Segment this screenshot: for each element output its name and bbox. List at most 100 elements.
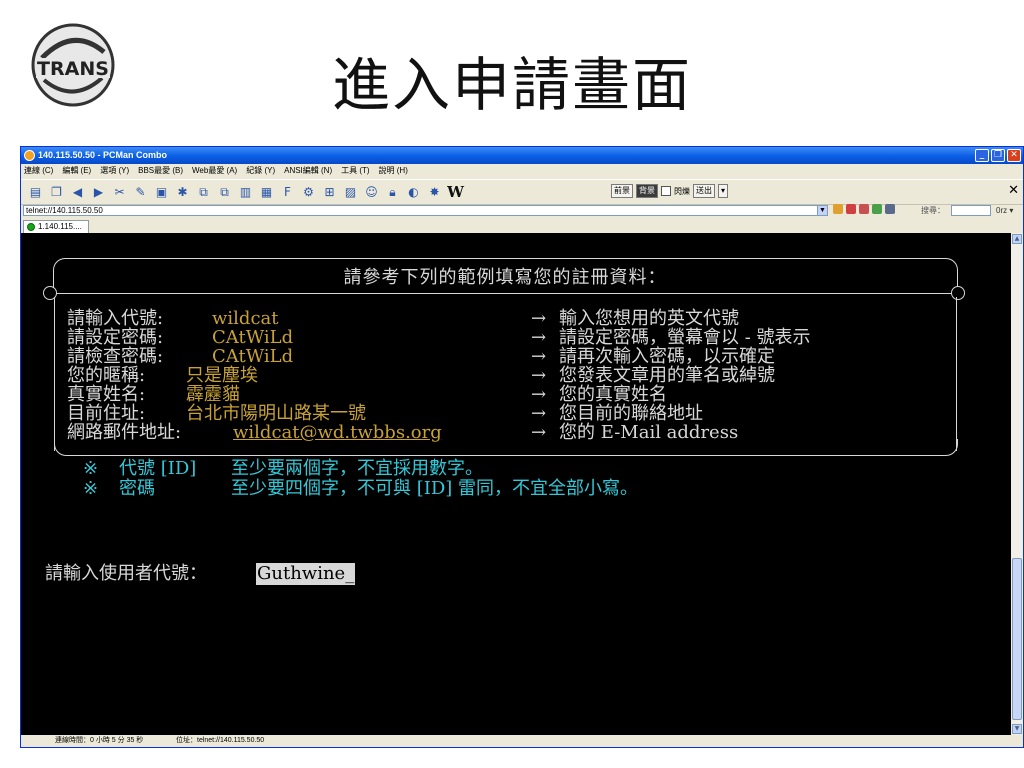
menu-connection[interactable]: 連線 (C) — [24, 164, 53, 178]
status-location: 位址：telnet://140.115.50.50 — [176, 737, 265, 744]
note-mark: ※ — [83, 478, 99, 499]
copy-ansi-icon[interactable]: ⧉ — [216, 184, 233, 201]
field-label: 網路郵件地址: — [67, 422, 182, 443]
field-description: 您發表文章用的筆名或綽號 — [559, 365, 775, 386]
pin-icon[interactable]: ✱ — [174, 184, 191, 201]
antiidle-icon[interactable]: ▣ — [153, 184, 170, 201]
menu-bbs-favorites[interactable]: BBS最愛 (B) — [138, 164, 183, 178]
menu-log[interactable]: 紀錄 (Y) — [246, 164, 275, 178]
title-bar[interactable]: 140.115.50.50 - PCMan Combo _ ❐ ✕ — [21, 147, 1023, 164]
blink-checkbox[interactable] — [661, 186, 671, 196]
field-label: 請輸入代號: — [67, 308, 164, 329]
pcman-window: 140.115.50.50 - PCMan Combo _ ❐ ✕ 連線 (C)… — [20, 146, 1024, 748]
vertical-scrollbar[interactable]: ▲ ▼ — [1011, 233, 1023, 735]
field-label: 真實姓名: — [67, 384, 146, 405]
connection-time: 連線時間：0 小時 5 分 35 秒 — [55, 737, 144, 744]
field-example-value: wildcat@wd.twbbs.org — [233, 422, 442, 443]
field-label: 請檢查密碼: — [67, 346, 164, 367]
arrow-icon: → — [531, 403, 547, 424]
field-example-value: 霹靂貓 — [186, 384, 240, 405]
menu-ansi-edit[interactable]: ANSI編輯 (N) — [284, 164, 332, 178]
slide-title: 進入申請畫面 — [331, 51, 692, 119]
field-example-value: 只是塵埃 — [186, 365, 258, 386]
frame-line — [67, 455, 943, 456]
field-label: 您的暱稱: — [67, 365, 146, 386]
minimize-button[interactable]: _ — [975, 149, 989, 162]
field-example-value: CAtWiLd — [212, 327, 294, 348]
address-bar: telnet://140.115.50.50 ▼ 搜尋： 0rz ▾ — [21, 204, 1023, 218]
menu-web-favorites[interactable]: Web最愛 (A) — [192, 164, 237, 178]
blink-label: 閃爍 — [674, 186, 690, 196]
registration-heading: 請參考下列的範例填寫您的註冊資料： — [343, 267, 667, 288]
scroll-down-icon[interactable]: ▼ — [1012, 724, 1022, 734]
arrow-icon: → — [531, 308, 547, 329]
frame-divider — [49, 293, 961, 294]
connection-tab[interactable]: 1.140.115.... — [23, 220, 89, 233]
layout-icon[interactable]: ⊞ — [321, 184, 338, 201]
settings-gear-icon[interactable]: ⚙ — [300, 184, 317, 201]
terminal-screen[interactable]: 請參考下列的範例填寫您的註冊資料： 請輸入代號: wildcat → 輸入您想用… — [21, 233, 1011, 735]
search-engine-select[interactable]: 0rz ▾ — [996, 204, 1013, 218]
bookmark-icon[interactable] — [885, 204, 895, 214]
copy-icon[interactable]: ⧉ — [195, 184, 212, 201]
scroll-thumb[interactable] — [1012, 558, 1022, 720]
screenshot-icon[interactable]: ▦ — [258, 184, 275, 201]
field-label: 目前住址: — [67, 403, 146, 424]
star-icon[interactable]: ✸ — [426, 184, 443, 201]
field-description: 您目前的聯絡地址 — [559, 403, 703, 424]
image-icon[interactable]: ▨ — [342, 184, 359, 201]
field-example-value: CAtWiLd — [212, 346, 294, 367]
forward-icon[interactable]: ▶ — [90, 184, 107, 201]
address-input[interactable]: telnet://140.115.50.50 — [23, 205, 823, 216]
send-dropdown-icon[interactable]: ▾ — [718, 184, 729, 198]
background-color-button[interactable]: 背景 — [636, 184, 658, 198]
note-text: 至少要兩個字，不宜採用數字。 — [231, 458, 483, 479]
arrow-icon: → — [531, 327, 547, 348]
send-button[interactable]: 送出 — [693, 184, 715, 198]
status-bar: 連線時間：0 小時 5 分 35 秒 位址：telnet://140.115.5… — [21, 735, 1023, 747]
disconnect-icon[interactable]: ✂ — [111, 184, 128, 201]
home-icon[interactable] — [833, 204, 843, 214]
menu-options[interactable]: 選項 (Y) — [100, 164, 129, 178]
go-icon[interactable] — [872, 204, 882, 214]
stop-icon[interactable] — [859, 204, 869, 214]
paste-icon[interactable]: ▥ — [237, 184, 254, 201]
field-example-value: 台北市陽明山路某一號 — [186, 403, 366, 424]
refresh-icon[interactable] — [846, 204, 856, 214]
tab-bar: 1.140.115.... — [21, 219, 1023, 233]
foreground-color-button[interactable]: 前景 — [611, 184, 633, 198]
toolbar-close-icon[interactable]: ✕ — [1008, 183, 1019, 198]
user-id-input[interactable]: Guthwine_ — [256, 563, 356, 585]
back-icon[interactable]: ◀ — [69, 184, 86, 201]
frame-line — [956, 297, 957, 451]
sites-icon[interactable]: ▤ — [27, 184, 44, 201]
maximize-button[interactable]: ❐ — [991, 149, 1005, 162]
note-mark: ※ — [83, 458, 99, 479]
menu-edit[interactable]: 編輯 (E) — [62, 164, 91, 178]
tab-label: 1.140.115.... — [38, 222, 82, 231]
frame-corner — [943, 439, 958, 456]
field-description: 您的 E-Mail address — [559, 422, 739, 443]
field-description: 您的真實姓名 — [559, 384, 667, 405]
wikipedia-icon[interactable]: W — [447, 183, 464, 201]
app-icon — [24, 150, 35, 161]
prompt-label: 請輸入使用者代號： — [45, 563, 207, 584]
browser-icon[interactable]: ◐ — [405, 184, 422, 201]
reconnect-icon[interactable]: ✎ — [132, 184, 149, 201]
field-description: 輸入您想用的英文代號 — [559, 308, 739, 329]
font-icon[interactable]: F — [279, 184, 296, 201]
connected-status-icon — [27, 223, 35, 231]
close-button[interactable]: ✕ — [1007, 149, 1021, 162]
arrow-icon: → — [531, 384, 547, 405]
arrow-icon: → — [531, 365, 547, 386]
menu-tools[interactable]: 工具 (T) — [341, 164, 369, 178]
address-dropdown-icon[interactable]: ▼ — [817, 205, 828, 216]
search-input[interactable] — [951, 205, 991, 216]
field-description: 請再次輸入密碼，以示確定 — [559, 346, 775, 367]
menu-help[interactable]: 說明 (H) — [379, 164, 408, 178]
scroll-up-icon[interactable]: ▲ — [1012, 234, 1022, 244]
emoticon-icon[interactable]: ☺ — [363, 184, 380, 201]
lock-icon[interactable]: 🔒︎ — [384, 184, 401, 201]
new-connection-icon[interactable]: ❐ — [48, 184, 65, 201]
frame-line — [67, 258, 943, 259]
